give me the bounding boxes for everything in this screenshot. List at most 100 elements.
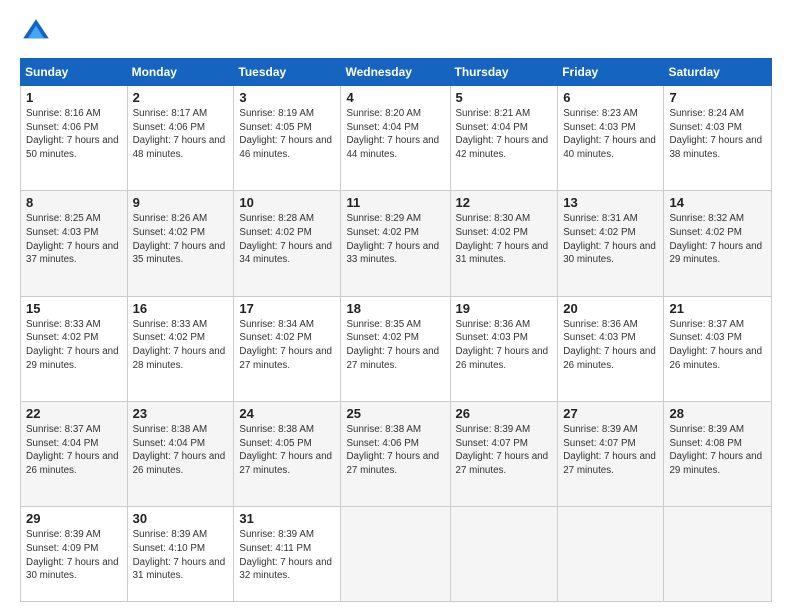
calendar-cell: 11 Sunrise: 8:29 AM Sunset: 4:02 PM Dayl…	[341, 191, 450, 296]
day-info: Sunrise: 8:33 AM Sunset: 4:02 PM Dayligh…	[26, 318, 122, 373]
day-number: 19	[456, 301, 553, 316]
day-number: 30	[133, 511, 229, 526]
day-info: Sunrise: 8:19 AM Sunset: 4:05 PM Dayligh…	[239, 107, 335, 162]
day-number: 6	[563, 90, 658, 105]
calendar-cell: 20 Sunrise: 8:36 AM Sunset: 4:03 PM Dayl…	[558, 296, 664, 401]
col-header-friday: Friday	[558, 59, 664, 86]
week-row-1: 1 Sunrise: 8:16 AM Sunset: 4:06 PM Dayli…	[21, 86, 772, 191]
calendar-cell: 3 Sunrise: 8:19 AM Sunset: 4:05 PM Dayli…	[234, 86, 341, 191]
week-row-5: 29 Sunrise: 8:39 AM Sunset: 4:09 PM Dayl…	[21, 507, 772, 602]
day-info: Sunrise: 8:24 AM Sunset: 4:03 PM Dayligh…	[669, 107, 766, 162]
day-number: 14	[669, 195, 766, 210]
page: SundayMondayTuesdayWednesdayThursdayFrid…	[0, 0, 792, 612]
day-info: Sunrise: 8:39 AM Sunset: 4:07 PM Dayligh…	[456, 423, 553, 478]
calendar-cell: 31 Sunrise: 8:39 AM Sunset: 4:11 PM Dayl…	[234, 507, 341, 602]
day-number: 17	[239, 301, 335, 316]
day-info: Sunrise: 8:36 AM Sunset: 4:03 PM Dayligh…	[563, 318, 658, 373]
day-info: Sunrise: 8:39 AM Sunset: 4:07 PM Dayligh…	[563, 423, 658, 478]
calendar-cell: 17 Sunrise: 8:34 AM Sunset: 4:02 PM Dayl…	[234, 296, 341, 401]
calendar-cell: 8 Sunrise: 8:25 AM Sunset: 4:03 PM Dayli…	[21, 191, 128, 296]
day-number: 8	[26, 195, 122, 210]
day-info: Sunrise: 8:29 AM Sunset: 4:02 PM Dayligh…	[346, 212, 444, 267]
day-number: 15	[26, 301, 122, 316]
day-info: Sunrise: 8:26 AM Sunset: 4:02 PM Dayligh…	[133, 212, 229, 267]
day-number: 12	[456, 195, 553, 210]
calendar-cell: 16 Sunrise: 8:33 AM Sunset: 4:02 PM Dayl…	[127, 296, 234, 401]
calendar-cell: 6 Sunrise: 8:23 AM Sunset: 4:03 PM Dayli…	[558, 86, 664, 191]
day-number: 10	[239, 195, 335, 210]
calendar-cell: 21 Sunrise: 8:37 AM Sunset: 4:03 PM Dayl…	[664, 296, 772, 401]
day-number: 13	[563, 195, 658, 210]
day-info: Sunrise: 8:35 AM Sunset: 4:02 PM Dayligh…	[346, 318, 444, 373]
week-row-2: 8 Sunrise: 8:25 AM Sunset: 4:03 PM Dayli…	[21, 191, 772, 296]
calendar-cell: 12 Sunrise: 8:30 AM Sunset: 4:02 PM Dayl…	[450, 191, 558, 296]
calendar-cell: 10 Sunrise: 8:28 AM Sunset: 4:02 PM Dayl…	[234, 191, 341, 296]
day-info: Sunrise: 8:37 AM Sunset: 4:03 PM Dayligh…	[669, 318, 766, 373]
header	[20, 16, 772, 48]
day-info: Sunrise: 8:38 AM Sunset: 4:05 PM Dayligh…	[239, 423, 335, 478]
col-header-wednesday: Wednesday	[341, 59, 450, 86]
calendar-cell: 27 Sunrise: 8:39 AM Sunset: 4:07 PM Dayl…	[558, 402, 664, 507]
day-info: Sunrise: 8:23 AM Sunset: 4:03 PM Dayligh…	[563, 107, 658, 162]
day-number: 21	[669, 301, 766, 316]
day-number: 18	[346, 301, 444, 316]
day-info: Sunrise: 8:32 AM Sunset: 4:02 PM Dayligh…	[669, 212, 766, 267]
day-number: 25	[346, 406, 444, 421]
calendar-cell: 24 Sunrise: 8:38 AM Sunset: 4:05 PM Dayl…	[234, 402, 341, 507]
day-number: 1	[26, 90, 122, 105]
calendar-cell: 18 Sunrise: 8:35 AM Sunset: 4:02 PM Dayl…	[341, 296, 450, 401]
calendar-cell: 19 Sunrise: 8:36 AM Sunset: 4:03 PM Dayl…	[450, 296, 558, 401]
col-header-saturday: Saturday	[664, 59, 772, 86]
calendar-cell: 13 Sunrise: 8:31 AM Sunset: 4:02 PM Dayl…	[558, 191, 664, 296]
day-number: 24	[239, 406, 335, 421]
calendar-cell: 30 Sunrise: 8:39 AM Sunset: 4:10 PM Dayl…	[127, 507, 234, 602]
day-info: Sunrise: 8:20 AM Sunset: 4:04 PM Dayligh…	[346, 107, 444, 162]
calendar-cell: 7 Sunrise: 8:24 AM Sunset: 4:03 PM Dayli…	[664, 86, 772, 191]
calendar-cell: 9 Sunrise: 8:26 AM Sunset: 4:02 PM Dayli…	[127, 191, 234, 296]
day-number: 23	[133, 406, 229, 421]
day-info: Sunrise: 8:16 AM Sunset: 4:06 PM Dayligh…	[26, 107, 122, 162]
calendar-cell: 15 Sunrise: 8:33 AM Sunset: 4:02 PM Dayl…	[21, 296, 128, 401]
week-row-4: 22 Sunrise: 8:37 AM Sunset: 4:04 PM Dayl…	[21, 402, 772, 507]
day-info: Sunrise: 8:38 AM Sunset: 4:06 PM Dayligh…	[346, 423, 444, 478]
calendar-cell	[664, 507, 772, 602]
col-header-tuesday: Tuesday	[234, 59, 341, 86]
day-number: 29	[26, 511, 122, 526]
day-number: 11	[346, 195, 444, 210]
day-info: Sunrise: 8:31 AM Sunset: 4:02 PM Dayligh…	[563, 212, 658, 267]
day-info: Sunrise: 8:36 AM Sunset: 4:03 PM Dayligh…	[456, 318, 553, 373]
col-header-sunday: Sunday	[21, 59, 128, 86]
day-number: 28	[669, 406, 766, 421]
day-info: Sunrise: 8:34 AM Sunset: 4:02 PM Dayligh…	[239, 318, 335, 373]
day-info: Sunrise: 8:28 AM Sunset: 4:02 PM Dayligh…	[239, 212, 335, 267]
day-info: Sunrise: 8:30 AM Sunset: 4:02 PM Dayligh…	[456, 212, 553, 267]
calendar-table: SundayMondayTuesdayWednesdayThursdayFrid…	[20, 58, 772, 602]
day-number: 26	[456, 406, 553, 421]
calendar-cell: 28 Sunrise: 8:39 AM Sunset: 4:08 PM Dayl…	[664, 402, 772, 507]
calendar-header-row: SundayMondayTuesdayWednesdayThursdayFrid…	[21, 59, 772, 86]
week-row-3: 15 Sunrise: 8:33 AM Sunset: 4:02 PM Dayl…	[21, 296, 772, 401]
day-info: Sunrise: 8:17 AM Sunset: 4:06 PM Dayligh…	[133, 107, 229, 162]
logo-icon	[20, 16, 52, 48]
calendar-cell: 29 Sunrise: 8:39 AM Sunset: 4:09 PM Dayl…	[21, 507, 128, 602]
calendar-cell	[558, 507, 664, 602]
col-header-thursday: Thursday	[450, 59, 558, 86]
calendar-cell	[450, 507, 558, 602]
logo	[20, 16, 58, 48]
day-number: 27	[563, 406, 658, 421]
day-number: 5	[456, 90, 553, 105]
day-info: Sunrise: 8:37 AM Sunset: 4:04 PM Dayligh…	[26, 423, 122, 478]
day-info: Sunrise: 8:39 AM Sunset: 4:09 PM Dayligh…	[26, 528, 122, 583]
day-number: 3	[239, 90, 335, 105]
day-info: Sunrise: 8:25 AM Sunset: 4:03 PM Dayligh…	[26, 212, 122, 267]
day-info: Sunrise: 8:21 AM Sunset: 4:04 PM Dayligh…	[456, 107, 553, 162]
calendar-cell: 26 Sunrise: 8:39 AM Sunset: 4:07 PM Dayl…	[450, 402, 558, 507]
day-number: 16	[133, 301, 229, 316]
day-info: Sunrise: 8:33 AM Sunset: 4:02 PM Dayligh…	[133, 318, 229, 373]
day-number: 9	[133, 195, 229, 210]
calendar-cell: 2 Sunrise: 8:17 AM Sunset: 4:06 PM Dayli…	[127, 86, 234, 191]
calendar-cell: 5 Sunrise: 8:21 AM Sunset: 4:04 PM Dayli…	[450, 86, 558, 191]
day-number: 31	[239, 511, 335, 526]
day-number: 2	[133, 90, 229, 105]
calendar-cell: 14 Sunrise: 8:32 AM Sunset: 4:02 PM Dayl…	[664, 191, 772, 296]
